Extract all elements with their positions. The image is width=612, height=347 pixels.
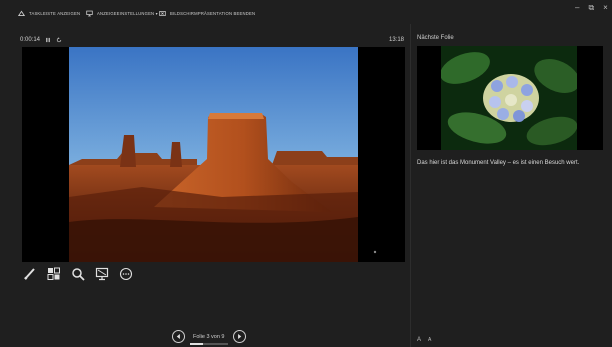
next-slide-pane: Nächste Folie Das hier ist das Monument … xyxy=(410,24,612,347)
more-options-icon xyxy=(119,267,133,281)
zoom-button[interactable] xyxy=(71,267,85,281)
blackout-screen-icon xyxy=(95,267,109,281)
hydrangea-image xyxy=(417,46,603,150)
previous-slide-icon xyxy=(176,334,180,339)
display-settings-label: ANZEIGEEINSTELLUNGEN ▾ xyxy=(97,10,158,16)
slide-counter-label: Folie 3 von 9 xyxy=(193,333,225,340)
show-taskbar-button[interactable]: TASKLEISTE ANZEIGEN xyxy=(18,8,80,18)
minimize-button[interactable]: – xyxy=(575,3,579,15)
show-taskbar-label: TASKLEISTE ANZEIGEN xyxy=(29,10,81,16)
clock: 13:18 xyxy=(388,37,404,43)
previous-slide-button[interactable] xyxy=(172,330,185,343)
slide-counter[interactable]: Folie 3 von 9 xyxy=(190,333,228,345)
pen-icon xyxy=(24,268,35,280)
increase-font-button[interactable]: A xyxy=(417,337,421,343)
monument-valley-image xyxy=(22,47,405,262)
next-slide-thumbnail[interactable] xyxy=(417,46,603,150)
pause-icon[interactable] xyxy=(45,37,51,43)
close-button[interactable]: × xyxy=(603,3,608,15)
all-slides-icon xyxy=(47,267,60,280)
window-controls: – ⧉ × xyxy=(575,3,608,15)
slide-progress-fill xyxy=(190,342,203,345)
end-show-label: BILDSCHIRMPRÄSENTATION BEENDEN xyxy=(170,10,256,16)
next-slide-heading: Nächste Folie xyxy=(417,35,454,41)
taskbar-icon xyxy=(18,10,25,16)
presentation-timer: 0:00:14 xyxy=(20,37,62,43)
presenter-toolbar: TASKLEISTE ANZEIGEN ANZEIGEEINSTELLUNGEN… xyxy=(0,0,612,24)
end-show-icon xyxy=(159,10,166,16)
notes-font-controls: A A xyxy=(417,337,431,343)
current-slide-pane: 0:00:14 13:18 Folie 3 von 9 xyxy=(0,24,408,347)
slide-navigation: Folie 3 von 9 xyxy=(172,330,246,345)
end-show-button[interactable]: BILDSCHIRMPRÄSENTATION BEENDEN xyxy=(159,8,255,18)
display-settings-button[interactable]: ANZEIGEEINSTELLUNGEN ▾ xyxy=(86,8,158,18)
monitor-settings-icon xyxy=(86,10,93,16)
next-slide-button[interactable] xyxy=(232,330,246,343)
restore-button[interactable]: ⧉ xyxy=(588,3,594,15)
current-slide[interactable] xyxy=(22,47,405,262)
see-all-slides-button[interactable] xyxy=(47,267,61,281)
next-slide-icon xyxy=(237,334,241,339)
more-options-button[interactable] xyxy=(119,267,133,281)
decrease-font-button[interactable]: A xyxy=(428,337,431,343)
slide-progress-bar xyxy=(190,342,228,345)
zoom-icon xyxy=(72,268,85,281)
slide-tools xyxy=(23,267,133,281)
pen-tool-button[interactable] xyxy=(23,267,37,281)
blackout-button[interactable] xyxy=(95,267,109,281)
speaker-notes: Das hier ist das Monument Valley – es is… xyxy=(417,160,580,166)
reset-timer-icon[interactable] xyxy=(56,37,62,43)
elapsed-time: 0:00:14 xyxy=(20,37,41,43)
